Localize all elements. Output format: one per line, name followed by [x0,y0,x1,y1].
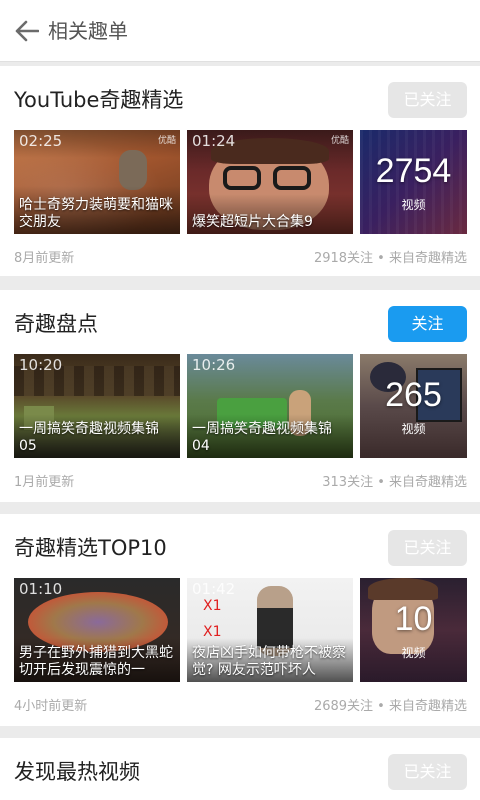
collection-title[interactable]: YouTube奇趣精选 [14,86,183,114]
collection-title[interactable]: 奇趣精选TOP10 [14,534,167,562]
video-count: 265 [385,376,442,414]
video-thumbnail[interactable]: 10:20 一周搞笑奇趣视频集锦05 [14,354,180,458]
top-bar: 相关趣单 [0,0,480,62]
collection-top10: 奇趣精选TOP10 已关注 01:10 男子在野外捕猎到大黑蛇 切开后发现震惊的… [0,514,480,726]
video-caption: 一周搞笑奇趣视频集锦05 [19,421,159,454]
video-duration: 10:20 [19,356,63,374]
video-count-label: 视频 [401,422,426,436]
back-arrow-icon [15,20,39,42]
video-source: 优酷 [330,136,349,146]
follow-meta: 313关注 • 来自奇趣精选 [322,475,467,490]
updated-time: 8月前更新 [14,251,75,266]
video-thumbnail[interactable]: 01:10 男子在野外捕猎到大黑蛇 切开后发现震惊的一 [14,578,180,682]
collection-title[interactable]: 奇趣盘点 [14,310,98,338]
video-source: 优酷 [157,136,176,146]
video-count-label: 视频 [401,198,426,212]
followed-button[interactable]: 已关注 [388,754,467,790]
followed-button[interactable]: 已关注 [388,530,467,566]
collection-more-tile[interactable]: 10 视频 [360,578,467,682]
collection-title[interactable]: 发现最热视频 [14,758,140,786]
video-duration: 01:10 [19,580,63,598]
video-caption: 男子在野外捕猎到大黑蛇 切开后发现震惊的一 [19,645,173,678]
video-thumbnail[interactable]: 02:25 优酷 哈士奇努力装萌要和猫咪交朋友 [14,130,180,234]
collection-more-tile[interactable]: 265 视频 [360,354,467,458]
follow-meta: 2918关注 • 来自奇趣精选 [313,251,467,266]
updated-time: 1月前更新 [14,475,75,490]
follow-button[interactable]: 关注 [388,306,467,342]
follow-meta: 2689关注 • 来自奇趣精选 [313,699,467,714]
video-thumbnail[interactable]: X1 X1 01:42 夜店凶手如何带枪不被察觉? 网友示范吓坏人 [187,578,353,682]
video-thumbnail[interactable]: 01:24 优酷 爆笑超短片大合集9 [187,130,353,234]
video-caption: 夜店凶手如何带枪不被察觉? 网友示范吓坏人 [192,645,346,678]
video-duration: 01:42 [192,580,236,598]
video-caption: 爆笑超短片大合集9 [192,214,313,230]
collection-more-tile[interactable]: 2754 视频 [360,130,467,234]
video-duration: 01:24 [192,132,236,150]
collection-hot-videos: 发现最热视频 已关注 [0,738,480,800]
video-count: 10 [394,600,433,638]
video-caption: 一周搞笑奇趣视频集锦04 [192,421,332,454]
video-duration: 02:25 [19,132,63,150]
video-thumbnail[interactable]: 10:26 一周搞笑奇趣视频集锦04 [187,354,353,458]
collection-qiqu-pandian: 奇趣盘点 关注 10:20 一周搞笑奇趣视频集锦05 10:26 一周搞笑奇趣视… [0,290,480,502]
collection-youtube: YouTube奇趣精选 已关注 02:25 优酷 哈士奇努力装萌要和猫咪交朋友 … [0,66,480,276]
updated-time: 4小时前更新 [14,699,88,714]
video-caption: 哈士奇努力装萌要和猫咪交朋友 [19,197,173,230]
page-title: 相关趣单 [48,19,128,43]
followed-button[interactable]: 已关注 [388,82,467,118]
video-count: 2754 [375,152,452,190]
back-button[interactable] [12,16,42,46]
video-duration: 10:26 [192,356,236,374]
video-count-label: 视频 [401,646,426,660]
